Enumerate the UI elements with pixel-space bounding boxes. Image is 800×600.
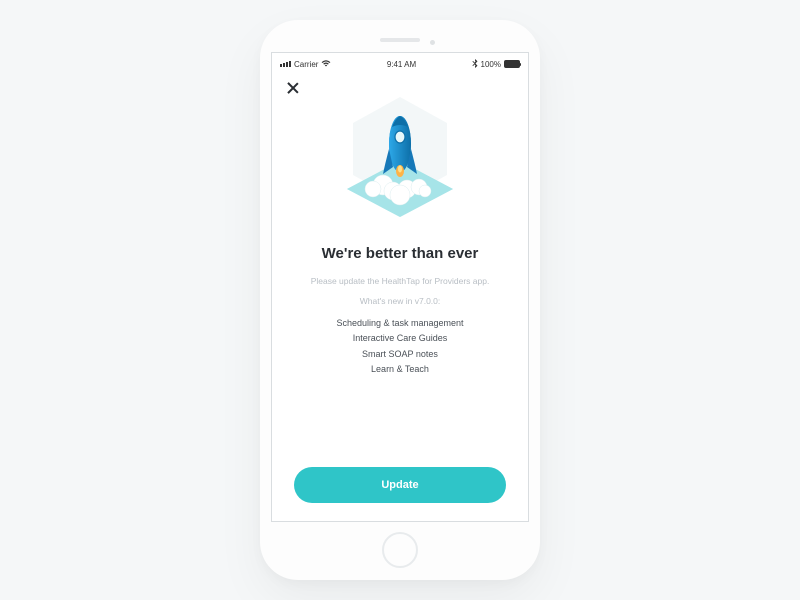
wifi-icon [321,59,331,69]
battery-icon [504,60,520,68]
status-bar: Carrier 9:41 AM 100% [272,53,528,71]
rocket-illustration [325,89,475,239]
feature-item: Learn & Teach [336,362,463,377]
feature-item: Scheduling & task management [336,316,463,331]
whats-new-label: What's new in v7.0.0: [360,296,441,306]
bluetooth-icon [472,59,478,70]
status-time: 9:41 AM [387,60,416,69]
feature-list: Scheduling & task management Interactive… [336,316,463,377]
close-icon[interactable] [286,81,300,95]
signal-icon [280,61,291,67]
status-left: Carrier [280,59,331,69]
home-button[interactable] [382,532,418,568]
feature-item: Smart SOAP notes [336,347,463,362]
battery-percent: 100% [481,60,501,69]
phone-frame: Carrier 9:41 AM 100% [260,20,540,580]
phone-camera [430,40,435,45]
status-right: 100% [472,59,520,70]
carrier-label: Carrier [294,60,318,69]
phone-screen: Carrier 9:41 AM 100% [271,52,529,522]
update-button[interactable]: Update [294,467,506,503]
modal-subtitle: Please update the HealthTap for Provider… [311,276,490,286]
update-modal-content: We're better than ever Please update the… [272,95,528,521]
modal-title: We're better than ever [322,245,479,262]
phone-speaker [380,38,420,42]
feature-item: Interactive Care Guides [336,331,463,346]
